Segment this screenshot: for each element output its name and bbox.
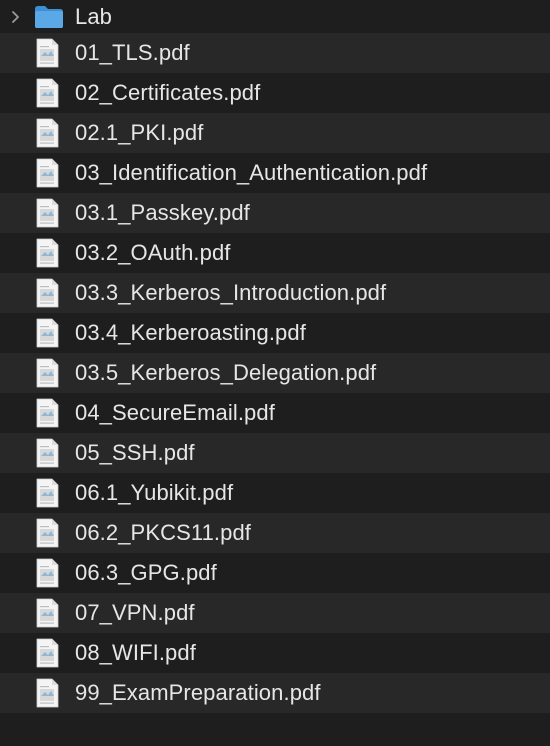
file-row[interactable]: 03.2_OAuth.pdf — [0, 233, 550, 273]
file-name: 03.5_Kerberos_Delegation.pdf — [75, 360, 377, 385]
pdf-file-icon — [36, 438, 59, 468]
file-row[interactable]: 06.2_PKCS11.pdf — [0, 513, 550, 553]
file-row[interactable]: 04_SecureEmail.pdf — [0, 393, 550, 433]
folder-label: Lab — [75, 3, 113, 29]
file-row[interactable]: 02_Certificates.pdf — [0, 73, 550, 113]
pdf-file-icon — [36, 518, 59, 548]
file-name: 03.2_OAuth.pdf — [75, 240, 231, 265]
file-name: 03_Identification_Authentication.pdf — [75, 160, 428, 185]
pdf-file-icon — [36, 118, 59, 148]
file-row[interactable]: 03.3_Kerberos_Introduction.pdf — [0, 273, 550, 313]
file-row[interactable]: 99_ExamPreparation.pdf — [0, 673, 550, 713]
pdf-file-icon — [36, 238, 59, 268]
file-row[interactable]: 03_Identification_Authentication.pdf — [0, 153, 550, 193]
pdf-file-icon — [36, 38, 59, 68]
file-name: 06.1_Yubikit.pdf — [75, 480, 234, 505]
file-name: 06.2_PKCS11.pdf — [75, 520, 251, 545]
pdf-file-icon — [36, 158, 59, 188]
file-name: 05_SSH.pdf — [75, 440, 195, 465]
file-name: 08_WIFI.pdf — [75, 640, 196, 665]
pdf-file-icon — [36, 398, 59, 428]
file-row[interactable]: 02.1_PKI.pdf — [0, 113, 550, 153]
pdf-file-icon — [36, 478, 59, 508]
file-row[interactable]: 06.3_GPG.pdf — [0, 553, 550, 593]
file-name: 06.3_GPG.pdf — [75, 560, 217, 585]
chevron-right-icon[interactable] — [10, 10, 22, 24]
file-name: 03.3_Kerberos_Introduction.pdf — [75, 280, 387, 305]
pdf-file-icon — [36, 638, 59, 668]
pdf-file-icon — [36, 598, 59, 628]
pdf-file-icon — [36, 78, 59, 108]
file-name: 02_Certificates.pdf — [75, 80, 261, 105]
file-list: Lab 01_TLS.pdf 02_Certificates.pdf 02.1_PK… — [0, 0, 550, 746]
pdf-file-icon — [36, 678, 59, 708]
file-name: 03.1_Passkey.pdf — [75, 200, 250, 225]
file-name: 99_ExamPreparation.pdf — [75, 680, 321, 705]
file-name: 07_VPN.pdf — [75, 600, 195, 625]
file-row[interactable]: 03.4_Kerberoasting.pdf — [0, 313, 550, 353]
file-row[interactable]: 03.1_Passkey.pdf — [0, 193, 550, 233]
pdf-file-icon — [36, 278, 59, 308]
file-name: 02.1_PKI.pdf — [75, 120, 204, 145]
file-name: 04_SecureEmail.pdf — [75, 400, 275, 425]
file-name: 03.4_Kerberoasting.pdf — [75, 320, 306, 345]
file-name: 01_TLS.pdf — [75, 40, 190, 65]
file-row[interactable]: 06.1_Yubikit.pdf — [0, 473, 550, 513]
file-row[interactable]: 05_SSH.pdf — [0, 433, 550, 473]
file-row[interactable]: 08_WIFI.pdf — [0, 633, 550, 673]
folder-icon — [34, 5, 64, 29]
folder-row-lab[interactable]: Lab — [0, 0, 550, 33]
pdf-file-icon — [36, 318, 59, 348]
pdf-file-icon — [36, 198, 59, 228]
pdf-file-icon — [36, 558, 59, 588]
file-row[interactable]: 03.5_Kerberos_Delegation.pdf — [0, 353, 550, 393]
pdf-file-icon — [36, 358, 59, 388]
file-row[interactable]: 01_TLS.pdf — [0, 33, 550, 73]
file-row[interactable]: 07_VPN.pdf — [0, 593, 550, 633]
